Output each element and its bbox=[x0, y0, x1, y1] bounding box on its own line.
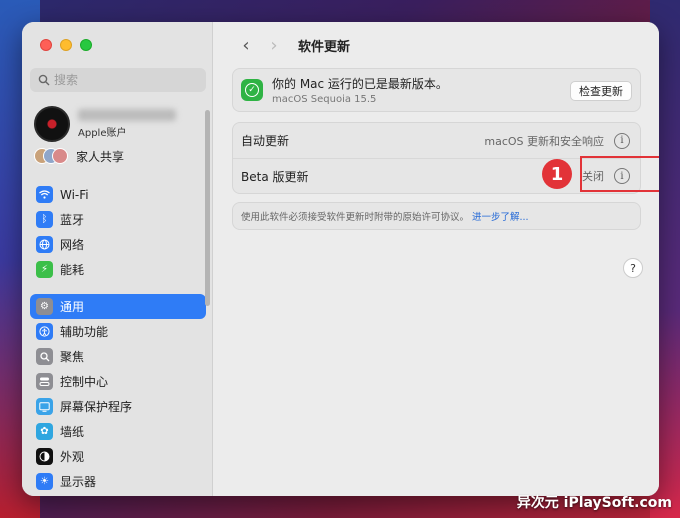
wifi-icon bbox=[36, 186, 53, 203]
sidebar-item-label: 通用 bbox=[60, 300, 85, 314]
beta-update-label: Beta 版更新 bbox=[241, 169, 309, 184]
info-icon[interactable]: i bbox=[614, 168, 630, 184]
settings-window: Apple账户 家人共享 Wi-Fi ᛒ 蓝牙 bbox=[22, 22, 659, 496]
account-subtitle: Apple账户 bbox=[78, 128, 127, 139]
zoom-button[interactable] bbox=[80, 39, 92, 51]
search-field[interactable] bbox=[30, 68, 206, 92]
family-sharing[interactable]: 家人共享 bbox=[34, 146, 124, 166]
bluetooth-icon: ᛒ bbox=[36, 211, 53, 228]
update-settings-card: 自动更新 macOS 更新和安全响应 i Beta 版更新 关闭 i bbox=[232, 122, 641, 194]
sidebar-item-label: 显示器 bbox=[60, 475, 97, 489]
sidebar-item-label: 控制中心 bbox=[60, 375, 109, 389]
sidebar-scrollbar[interactable] bbox=[205, 110, 210, 306]
sidebar-item-label: 蓝牙 bbox=[60, 213, 85, 227]
auto-update-label: 自动更新 bbox=[241, 134, 290, 148]
globe-icon bbox=[36, 236, 53, 253]
page-title: 软件更新 bbox=[298, 39, 351, 55]
os-version: macOS Sequoia 15.5 bbox=[272, 94, 377, 105]
sidebar-item-label: 屏幕保护程序 bbox=[60, 400, 133, 414]
checkmark-icon: ✓ bbox=[241, 79, 263, 101]
sidebar-item-energy[interactable]: ⚡ 能耗 bbox=[30, 257, 206, 282]
license-note: 使用此软件必须接受软件更新时附带的原始许可协议。 进一步了解... bbox=[232, 202, 641, 230]
sidebar-item-label: 网络 bbox=[60, 238, 85, 252]
sidebar: Apple账户 家人共享 Wi-Fi ᛒ 蓝牙 bbox=[22, 22, 213, 496]
sidebar-item-control-center[interactable]: 控制中心 bbox=[30, 369, 206, 394]
help-button[interactable]: ? bbox=[623, 258, 643, 278]
sidebar-item-appearance[interactable]: 外观 bbox=[30, 444, 206, 469]
wallpaper-icon: ✿ bbox=[36, 423, 53, 440]
screensaver-icon bbox=[36, 398, 53, 415]
minimize-button[interactable] bbox=[60, 39, 72, 51]
sidebar-item-accessibility[interactable]: 辅助功能 bbox=[30, 319, 206, 344]
annotation-number: 1 bbox=[542, 159, 572, 189]
toolbar: ‹ › 软件更新 bbox=[214, 22, 659, 68]
sidebar-item-screensaver[interactable]: 屏幕保护程序 bbox=[30, 394, 206, 419]
sidebar-item-bluetooth[interactable]: ᛒ 蓝牙 bbox=[30, 207, 206, 232]
sidebar-item-label: 墙纸 bbox=[60, 425, 85, 439]
family-avatars-icon bbox=[34, 146, 70, 166]
display-icon: ☀ bbox=[36, 473, 53, 490]
sidebar-item-label: 能耗 bbox=[60, 263, 85, 277]
family-sharing-label: 家人共享 bbox=[76, 149, 125, 164]
beta-update-value: 关闭 bbox=[582, 170, 604, 183]
window-controls bbox=[40, 39, 92, 51]
forward-chevron-icon[interactable]: › bbox=[260, 35, 288, 56]
info-icon[interactable]: i bbox=[614, 132, 630, 149]
check-updates-button[interactable]: 检查更新 bbox=[570, 81, 632, 101]
avatar bbox=[34, 106, 70, 142]
apple-account[interactable]: Apple账户 bbox=[34, 106, 176, 142]
sidebar-item-label: Wi-Fi bbox=[60, 187, 89, 202]
sidebar-item-display[interactable]: ☀ 显示器 bbox=[30, 469, 206, 494]
sidebar-item-network[interactable]: 网络 bbox=[30, 232, 206, 257]
sidebar-item-wifi[interactable]: Wi-Fi bbox=[30, 182, 206, 207]
sidebar-item-label: 辅助功能 bbox=[60, 325, 109, 339]
account-name-blurred bbox=[78, 109, 176, 121]
sidebar-item-wallpaper[interactable]: ✿ 墙纸 bbox=[30, 419, 206, 444]
sidebar-item-spotlight[interactable]: 聚焦 bbox=[30, 344, 206, 369]
accessibility-icon bbox=[36, 323, 53, 340]
learn-more-link[interactable]: 进一步了解... bbox=[472, 209, 529, 223]
auto-update-value: macOS 更新和安全响应 bbox=[484, 134, 604, 148]
back-chevron-icon[interactable]: ‹ bbox=[232, 35, 260, 56]
sidebar-item-general[interactable]: ⚙ 通用 bbox=[30, 294, 206, 319]
close-button[interactable] bbox=[40, 39, 52, 51]
appearance-icon bbox=[36, 448, 53, 465]
sidebar-item-label: 聚焦 bbox=[60, 350, 85, 364]
gear-icon: ⚙ bbox=[36, 298, 53, 315]
license-text: 使用此软件必须接受软件更新时附带的原始许可协议。 bbox=[241, 212, 470, 223]
status-message: 你的 Mac 运行的已是最新版本。 bbox=[272, 77, 448, 91]
search-icon bbox=[38, 74, 50, 86]
control-center-icon bbox=[36, 373, 53, 390]
battery-icon: ⚡ bbox=[36, 261, 53, 278]
search-input[interactable] bbox=[54, 73, 194, 87]
auto-update-row: 自动更新 macOS 更新和安全响应 i bbox=[233, 123, 640, 158]
sidebar-item-label: 外观 bbox=[60, 450, 85, 464]
sidebar-nav: Wi-Fi ᛒ 蓝牙 网络 ⚡ 能耗 ⚙ 通用 辅助功能 聚焦 控制中心 屏幕保… bbox=[30, 182, 206, 494]
beta-update-row: Beta 版更新 关闭 i bbox=[233, 158, 640, 193]
watermark: 异次元 iPlaySoft.com bbox=[516, 495, 672, 511]
main-pane: ‹ › 软件更新 ✓ 你的 Mac 运行的已是最新版本。 macOS Sequo… bbox=[214, 22, 659, 496]
update-status-card: ✓ 你的 Mac 运行的已是最新版本。 macOS Sequoia 15.5 检… bbox=[232, 68, 641, 112]
spotlight-icon bbox=[36, 348, 53, 365]
